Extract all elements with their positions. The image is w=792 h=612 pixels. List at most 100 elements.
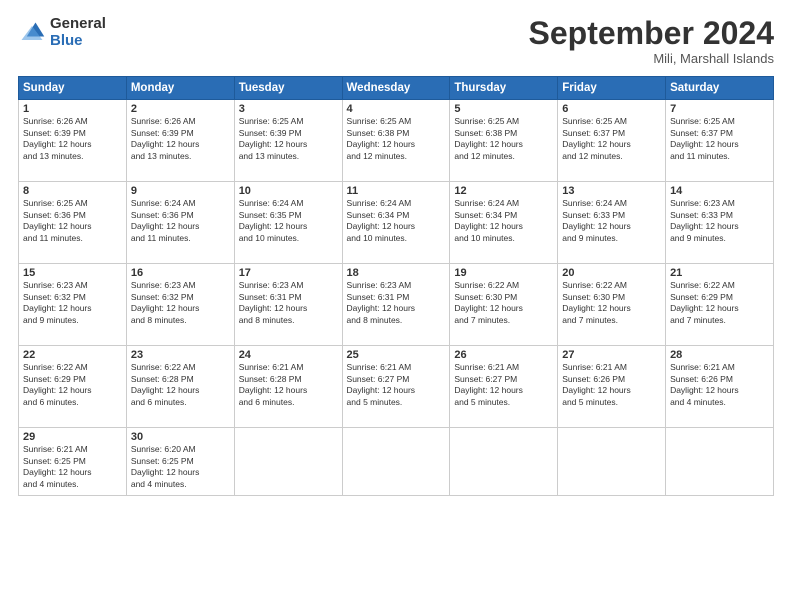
cell-info: Sunrise: 6:25 AM Sunset: 6:36 PM Dayligh… — [23, 198, 122, 244]
day-number: 6 — [562, 103, 661, 115]
weekday-header-wednesday: Wednesday — [342, 77, 450, 100]
calendar-week-5: 29Sunrise: 6:21 AM Sunset: 6:25 PM Dayli… — [19, 428, 774, 496]
calendar-cell: 10Sunrise: 6:24 AM Sunset: 6:35 PM Dayli… — [234, 182, 342, 264]
calendar-cell: 27Sunrise: 6:21 AM Sunset: 6:26 PM Dayli… — [558, 346, 666, 428]
day-number: 3 — [239, 103, 338, 115]
day-number: 7 — [670, 103, 769, 115]
day-number: 11 — [347, 185, 446, 197]
cell-info: Sunrise: 6:21 AM Sunset: 6:28 PM Dayligh… — [239, 362, 338, 408]
day-number: 13 — [562, 185, 661, 197]
cell-info: Sunrise: 6:22 AM Sunset: 6:30 PM Dayligh… — [562, 280, 661, 326]
cell-info: Sunrise: 6:24 AM Sunset: 6:34 PM Dayligh… — [347, 198, 446, 244]
calendar-cell: 13Sunrise: 6:24 AM Sunset: 6:33 PM Dayli… — [558, 182, 666, 264]
cell-info: Sunrise: 6:26 AM Sunset: 6:39 PM Dayligh… — [131, 116, 230, 162]
day-number: 16 — [131, 267, 230, 279]
weekday-header-monday: Monday — [126, 77, 234, 100]
cell-info: Sunrise: 6:22 AM Sunset: 6:29 PM Dayligh… — [23, 362, 122, 408]
calendar-cell: 28Sunrise: 6:21 AM Sunset: 6:26 PM Dayli… — [666, 346, 774, 428]
calendar-cell — [342, 428, 450, 496]
calendar-cell: 25Sunrise: 6:21 AM Sunset: 6:27 PM Dayli… — [342, 346, 450, 428]
calendar-cell: 1Sunrise: 6:26 AM Sunset: 6:39 PM Daylig… — [19, 100, 127, 182]
cell-info: Sunrise: 6:23 AM Sunset: 6:31 PM Dayligh… — [347, 280, 446, 326]
calendar-cell: 29Sunrise: 6:21 AM Sunset: 6:25 PM Dayli… — [19, 428, 127, 496]
cell-info: Sunrise: 6:21 AM Sunset: 6:25 PM Dayligh… — [23, 444, 122, 490]
calendar-cell: 6Sunrise: 6:25 AM Sunset: 6:37 PM Daylig… — [558, 100, 666, 182]
cell-info: Sunrise: 6:23 AM Sunset: 6:32 PM Dayligh… — [23, 280, 122, 326]
cell-info: Sunrise: 6:22 AM Sunset: 6:28 PM Dayligh… — [131, 362, 230, 408]
cell-info: Sunrise: 6:21 AM Sunset: 6:27 PM Dayligh… — [347, 362, 446, 408]
calendar-table: SundayMondayTuesdayWednesdayThursdayFrid… — [18, 76, 774, 496]
calendar-cell: 3Sunrise: 6:25 AM Sunset: 6:39 PM Daylig… — [234, 100, 342, 182]
day-number: 1 — [23, 103, 122, 115]
day-number: 2 — [131, 103, 230, 115]
calendar-cell — [450, 428, 558, 496]
day-number: 5 — [454, 103, 553, 115]
day-number: 26 — [454, 349, 553, 361]
logo-general: General — [50, 16, 106, 33]
day-number: 21 — [670, 267, 769, 279]
calendar-cell — [234, 428, 342, 496]
calendar-cell: 26Sunrise: 6:21 AM Sunset: 6:27 PM Dayli… — [450, 346, 558, 428]
calendar-cell: 12Sunrise: 6:24 AM Sunset: 6:34 PM Dayli… — [450, 182, 558, 264]
cell-info: Sunrise: 6:25 AM Sunset: 6:38 PM Dayligh… — [454, 116, 553, 162]
weekday-header-friday: Friday — [558, 77, 666, 100]
calendar-cell: 15Sunrise: 6:23 AM Sunset: 6:32 PM Dayli… — [19, 264, 127, 346]
calendar-cell: 30Sunrise: 6:20 AM Sunset: 6:25 PM Dayli… — [126, 428, 234, 496]
calendar-cell: 14Sunrise: 6:23 AM Sunset: 6:33 PM Dayli… — [666, 182, 774, 264]
calendar-cell: 20Sunrise: 6:22 AM Sunset: 6:30 PM Dayli… — [558, 264, 666, 346]
location: Mili, Marshall Islands — [529, 51, 774, 66]
cell-info: Sunrise: 6:23 AM Sunset: 6:31 PM Dayligh… — [239, 280, 338, 326]
day-number: 30 — [131, 431, 230, 443]
calendar-cell: 19Sunrise: 6:22 AM Sunset: 6:30 PM Dayli… — [450, 264, 558, 346]
calendar-week-1: 1Sunrise: 6:26 AM Sunset: 6:39 PM Daylig… — [19, 100, 774, 182]
calendar-cell: 2Sunrise: 6:26 AM Sunset: 6:39 PM Daylig… — [126, 100, 234, 182]
day-number: 24 — [239, 349, 338, 361]
cell-info: Sunrise: 6:24 AM Sunset: 6:36 PM Dayligh… — [131, 198, 230, 244]
day-number: 22 — [23, 349, 122, 361]
calendar-week-3: 15Sunrise: 6:23 AM Sunset: 6:32 PM Dayli… — [19, 264, 774, 346]
day-number: 28 — [670, 349, 769, 361]
logo: General Blue — [18, 16, 106, 49]
cell-info: Sunrise: 6:25 AM Sunset: 6:37 PM Dayligh… — [670, 116, 769, 162]
cell-info: Sunrise: 6:24 AM Sunset: 6:34 PM Dayligh… — [454, 198, 553, 244]
cell-info: Sunrise: 6:21 AM Sunset: 6:27 PM Dayligh… — [454, 362, 553, 408]
cell-info: Sunrise: 6:21 AM Sunset: 6:26 PM Dayligh… — [562, 362, 661, 408]
day-number: 10 — [239, 185, 338, 197]
weekday-header-thursday: Thursday — [450, 77, 558, 100]
calendar-cell: 22Sunrise: 6:22 AM Sunset: 6:29 PM Dayli… — [19, 346, 127, 428]
page: General Blue September 2024 Mili, Marsha… — [0, 0, 792, 612]
day-number: 8 — [23, 185, 122, 197]
calendar-cell — [666, 428, 774, 496]
calendar-week-2: 8Sunrise: 6:25 AM Sunset: 6:36 PM Daylig… — [19, 182, 774, 264]
cell-info: Sunrise: 6:25 AM Sunset: 6:39 PM Dayligh… — [239, 116, 338, 162]
calendar-cell: 23Sunrise: 6:22 AM Sunset: 6:28 PM Dayli… — [126, 346, 234, 428]
day-number: 14 — [670, 185, 769, 197]
calendar-cell: 21Sunrise: 6:22 AM Sunset: 6:29 PM Dayli… — [666, 264, 774, 346]
calendar-cell: 8Sunrise: 6:25 AM Sunset: 6:36 PM Daylig… — [19, 182, 127, 264]
cell-info: Sunrise: 6:24 AM Sunset: 6:33 PM Dayligh… — [562, 198, 661, 244]
calendar-cell: 24Sunrise: 6:21 AM Sunset: 6:28 PM Dayli… — [234, 346, 342, 428]
day-number: 4 — [347, 103, 446, 115]
weekday-header-row: SundayMondayTuesdayWednesdayThursdayFrid… — [19, 77, 774, 100]
header: General Blue September 2024 Mili, Marsha… — [18, 16, 774, 66]
day-number: 25 — [347, 349, 446, 361]
day-number: 20 — [562, 267, 661, 279]
weekday-header-tuesday: Tuesday — [234, 77, 342, 100]
day-number: 9 — [131, 185, 230, 197]
calendar-cell: 11Sunrise: 6:24 AM Sunset: 6:34 PM Dayli… — [342, 182, 450, 264]
day-number: 29 — [23, 431, 122, 443]
logo-icon — [18, 19, 46, 47]
cell-info: Sunrise: 6:26 AM Sunset: 6:39 PM Dayligh… — [23, 116, 122, 162]
cell-info: Sunrise: 6:25 AM Sunset: 6:37 PM Dayligh… — [562, 116, 661, 162]
logo-blue: Blue — [50, 33, 106, 50]
calendar-week-4: 22Sunrise: 6:22 AM Sunset: 6:29 PM Dayli… — [19, 346, 774, 428]
calendar-cell — [558, 428, 666, 496]
cell-info: Sunrise: 6:23 AM Sunset: 6:32 PM Dayligh… — [131, 280, 230, 326]
cell-info: Sunrise: 6:20 AM Sunset: 6:25 PM Dayligh… — [131, 444, 230, 490]
weekday-header-sunday: Sunday — [19, 77, 127, 100]
calendar-cell: 9Sunrise: 6:24 AM Sunset: 6:36 PM Daylig… — [126, 182, 234, 264]
cell-info: Sunrise: 6:23 AM Sunset: 6:33 PM Dayligh… — [670, 198, 769, 244]
calendar-cell: 5Sunrise: 6:25 AM Sunset: 6:38 PM Daylig… — [450, 100, 558, 182]
cell-info: Sunrise: 6:21 AM Sunset: 6:26 PM Dayligh… — [670, 362, 769, 408]
calendar-cell: 4Sunrise: 6:25 AM Sunset: 6:38 PM Daylig… — [342, 100, 450, 182]
